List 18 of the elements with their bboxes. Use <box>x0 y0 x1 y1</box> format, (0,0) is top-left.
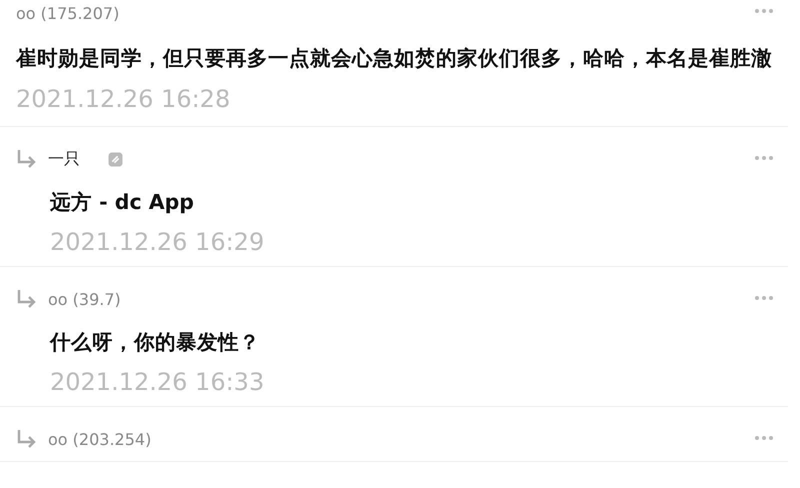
reply-arrow-icon <box>16 289 38 309</box>
more-icon[interactable] <box>754 295 774 301</box>
more-icon[interactable] <box>754 8 774 14</box>
comment-text: 崔时勋是同学，但只要再多一点就会心急如焚的家伙们很多，哈哈，本名是崔胜澈 <box>16 45 773 72</box>
timestamp: 2021.12.26 16:28 <box>16 84 232 114</box>
reply-arrow-icon <box>16 429 38 449</box>
timestamp: 2021.12.26 16:29 <box>50 227 266 257</box>
comment-text: 远方 - dc App <box>50 189 195 216</box>
author-name: oo (39.7) <box>48 290 121 308</box>
more-icon[interactable] <box>754 435 774 441</box>
author-name: oo (175.207) <box>16 4 120 22</box>
reply-arrow-icon <box>16 149 38 169</box>
author-name: 一只 <box>48 148 80 170</box>
timestamp: 2021.12.26 16:33 <box>50 367 266 397</box>
more-icon[interactable] <box>754 155 774 161</box>
comment-text: 什么呀，你的暴发性？ <box>50 329 261 356</box>
badge-icon <box>108 152 123 166</box>
author-name: oo (203.254) <box>48 430 152 448</box>
